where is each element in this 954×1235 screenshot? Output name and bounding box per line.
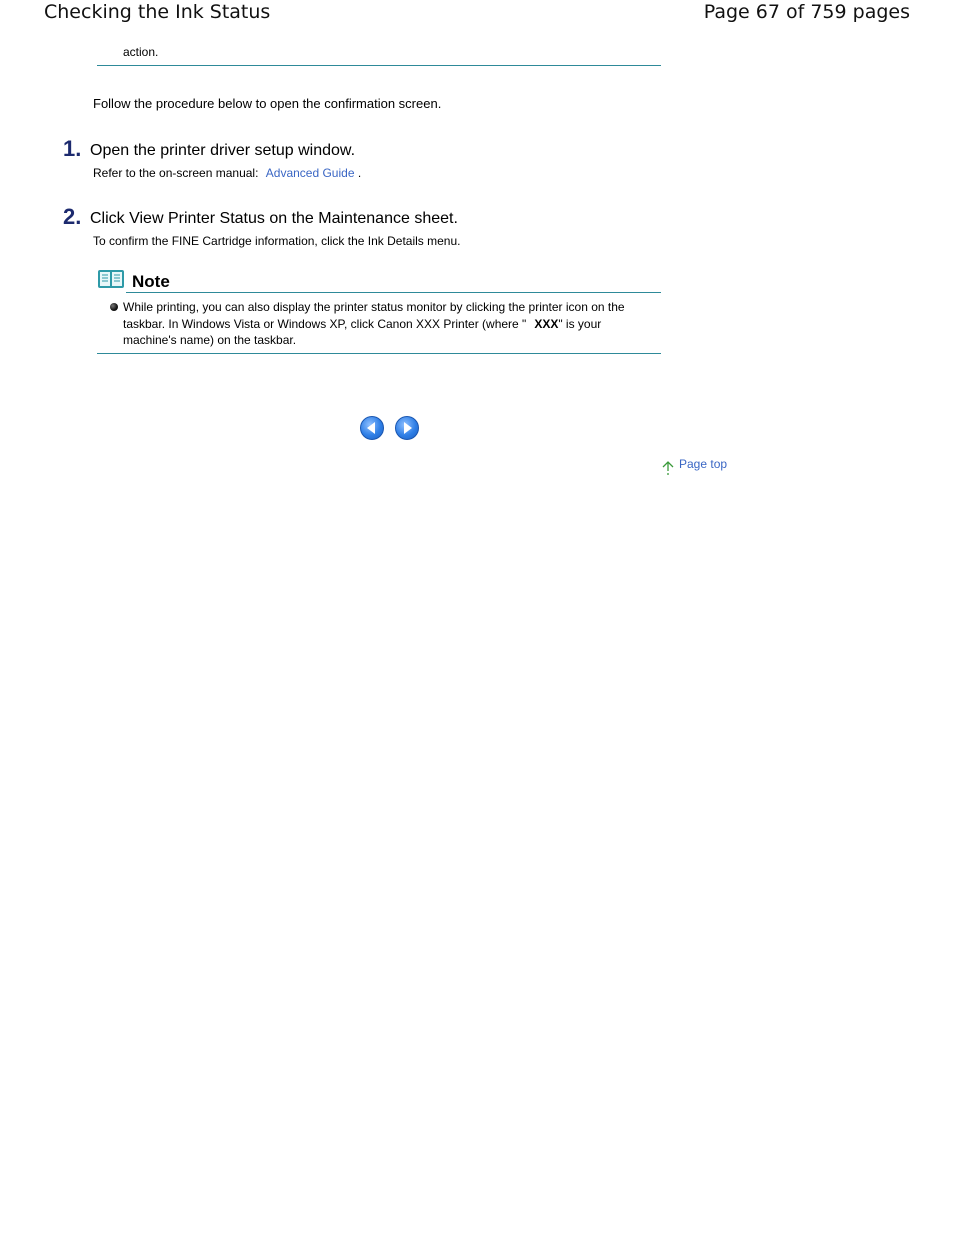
- page-top-link[interactable]: Page top: [679, 456, 727, 472]
- step-2-description: To confirm the FINE Cartridge informatio…: [93, 234, 461, 248]
- previous-arrow-icon: [367, 422, 375, 434]
- note-line-1: While printing, you can also display the…: [123, 300, 625, 314]
- section-divider: [97, 65, 661, 66]
- step-2-number: 2.: [63, 204, 82, 229]
- previous-page-button[interactable]: [360, 416, 384, 440]
- page-indicator: Page 67 of 759 pages: [703, 1, 910, 23]
- step-1-desc-prefix: Refer to the on-screen manual:: [93, 166, 259, 180]
- up-arrow-icon: [662, 460, 674, 476]
- note-placeholder-xxx: XXX: [534, 316, 559, 331]
- note-line-2-prefix: taskbar. In Windows Vista or Windows XP,…: [123, 316, 527, 331]
- note-body: While printing, you can also display the…: [123, 299, 643, 349]
- note-line-3: machine's name) on the taskbar.: [123, 333, 297, 347]
- document-title: Checking the Ink Status: [44, 1, 271, 23]
- note-book-icon: [97, 268, 125, 290]
- bullet-icon: [110, 303, 118, 311]
- step-1-description: Refer to the on-screen manual: Advanced …: [93, 165, 361, 181]
- note-top-divider: [126, 292, 661, 293]
- step-1-title: Open the printer driver setup window.: [90, 142, 356, 159]
- note-bottom-divider: [97, 353, 661, 354]
- continued-text: action.: [123, 45, 159, 59]
- note-heading: Note: [132, 272, 170, 291]
- intro-text: Follow the procedure below to open the c…: [93, 96, 442, 111]
- step-1-number: 1.: [63, 136, 82, 161]
- step-2-title: Click View Printer Status on the Mainten…: [90, 210, 458, 227]
- step-1-desc-suffix: .: [357, 166, 362, 180]
- note-line-2-suffix: " is your: [558, 316, 602, 331]
- note-line-2: taskbar. In Windows Vista or Windows XP,…: [123, 316, 643, 333]
- advanced-guide-link[interactable]: Advanced Guide: [266, 166, 355, 180]
- next-page-button[interactable]: [395, 416, 419, 440]
- next-arrow-icon: [404, 422, 412, 434]
